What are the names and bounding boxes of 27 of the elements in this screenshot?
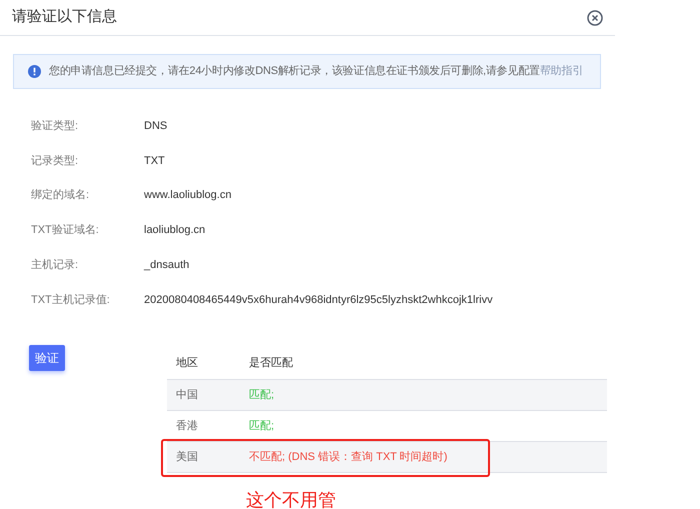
field-label: 绑定的域名:	[30, 188, 90, 204]
field-label: TXT主机记录值:	[30, 292, 111, 308]
column-header: 地区	[175, 356, 199, 371]
verify-button[interactable]: 验证	[29, 345, 65, 372]
table-cell-text: 香港	[175, 418, 199, 434]
notice-text: 您的申请信息已经提交，请在24小时内修改DNS解析记录，该验证信息在证书颁发后可删除,请参见配置帮助指引	[49, 64, 584, 80]
field-value: DNS	[144, 119, 168, 134]
dialog-title: 请验证以下信息	[12, 7, 117, 28]
field-value: www.laoliublog.cn	[144, 188, 232, 204]
info-icon	[28, 65, 41, 78]
field-value: laoliublog.cn	[144, 223, 206, 238]
table-cell-text: 匹配;	[249, 418, 274, 434]
help-link[interactable]: 帮助指引	[540, 65, 584, 78]
field-value: 2020080408465449v5x6hurah4v968idntyr6lz95c5lyzhskt2whkcojk1lrivv	[144, 292, 493, 308]
table-cell-text: 美国	[175, 450, 199, 465]
column-header: 是否匹配	[249, 356, 293, 371]
field-label: 主机记录:	[30, 258, 80, 273]
table-cell-text: 中国	[175, 388, 199, 403]
field-label: 验证类型:	[30, 119, 80, 134]
table-cell-text: 不匹配; (DNS 错误：查询 TXT 时间超时)	[249, 450, 448, 465]
field-value: TXT	[144, 154, 165, 169]
field-label: 记录类型:	[30, 154, 80, 169]
table-cell-text: 匹配;	[249, 388, 274, 403]
annotation-text: 这个不用管	[246, 490, 336, 509]
close-icon[interactable]	[587, 10, 603, 26]
field-label: TXT验证域名:	[30, 223, 100, 238]
field-value: _dnsauth	[144, 258, 190, 273]
